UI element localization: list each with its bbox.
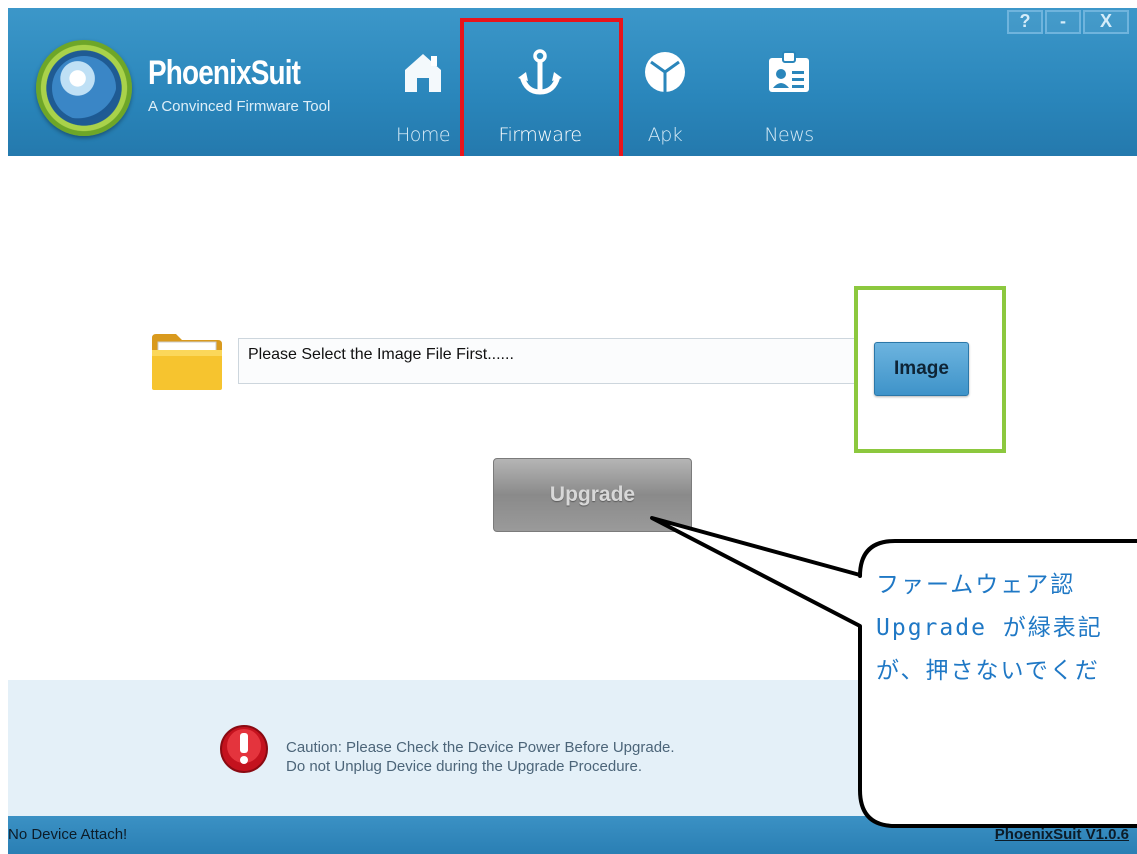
device-status: No Device Attach! — [8, 826, 128, 843]
caution-area: Caution: Please Check the Device Power B… — [8, 680, 1137, 816]
phoenixsuit-window: PhoenixSuit A Convinced Firmware Tool Ho… — [8, 8, 1137, 854]
caution-line-1: Caution: Please Check the Device Power B… — [286, 739, 675, 756]
home-icon — [405, 54, 441, 92]
callout-line-1: ファームウェア認 — [876, 572, 1076, 598]
firmware-highlight-box — [460, 18, 623, 170]
caution-icon — [220, 725, 268, 773]
caution-line-2: Do not Unplug Device during the Upgrade … — [286, 758, 643, 775]
nav-apk[interactable]: Apk — [610, 28, 720, 156]
image-highlight-box — [854, 286, 1006, 453]
header-bar: PhoenixSuit A Convinced Firmware Tool Ho… — [8, 8, 1137, 170]
nav-label-apk: Apk — [647, 124, 683, 146]
cube-icon — [645, 52, 685, 92]
upgrade-button[interactable]: Upgrade — [493, 458, 692, 532]
version-link[interactable]: PhoenixSuit V1.0.6 — [995, 826, 1129, 843]
phoenix-logo-icon — [36, 40, 132, 136]
window-controls: ? - X — [1007, 10, 1129, 34]
callout-line-2: Upgrade が緑表記 — [876, 615, 1103, 641]
callout-text: ファームウェア認 Upgrade が緑表記 が、押さないでくだ — [876, 564, 1137, 693]
nav-news[interactable]: News — [734, 28, 844, 156]
nav-label-news: News — [764, 124, 814, 146]
help-button[interactable]: ? — [1007, 10, 1043, 34]
callout-line-3: が、押さないでくだ — [876, 658, 1100, 684]
status-bar: No Device Attach! PhoenixSuit V1.0.6 — [8, 816, 1137, 854]
image-path-field[interactable]: Please Select the Image File First...... — [238, 338, 856, 384]
app-name: PhoenixSuit — [148, 54, 301, 92]
minimize-button[interactable]: - — [1045, 10, 1081, 34]
id-card-icon — [769, 51, 809, 92]
close-button[interactable]: X — [1083, 10, 1129, 34]
folder-icon — [152, 334, 222, 390]
app-tagline: A Convinced Firmware Tool — [148, 98, 331, 115]
caution-text: Caution: Please Check the Device Power B… — [286, 738, 675, 776]
